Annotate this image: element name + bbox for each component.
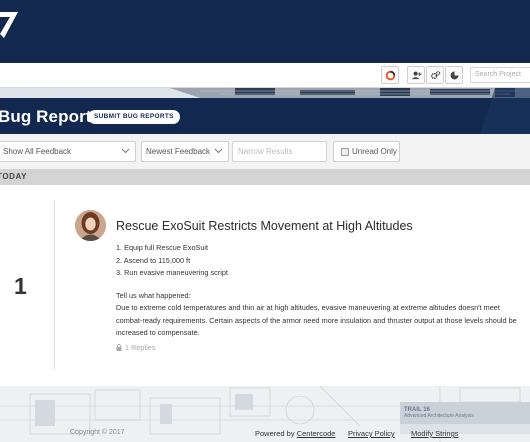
footer: TRAIL 16 Advanced Architecture Analysis … — [0, 386, 530, 442]
modify-strings-link[interactable]: Modify Strings — [411, 429, 459, 438]
post-description: Due to extreme cold temperatures and thi… — [116, 303, 517, 338]
user-portrait-icon — [75, 210, 106, 241]
centercode-link[interactable]: Centercode — [297, 429, 336, 438]
post-steps: 1. Equip full Rescue ExoSuit 2. Ascend t… — [116, 242, 228, 280]
activity-ring-icon — [385, 70, 395, 80]
feedback-filter-value: Show All Feedback — [3, 147, 72, 156]
powered-by: Powered by Centercode — [255, 429, 335, 438]
activity-button[interactable] — [381, 66, 399, 84]
submit-bug-report-button[interactable]: SUBMIT BUG REPORTS — [88, 110, 180, 124]
trail-label: TRAIL 16 Advanced Architecture Analysis — [404, 407, 474, 419]
gears-icon — [430, 70, 440, 79]
post-title-link[interactable]: Rescue ExoSuit Restricts Movement at Hig… — [116, 219, 413, 233]
replies-count: 1 Replies — [125, 343, 156, 352]
add-user-icon — [411, 71, 422, 79]
step-item: 1. Equip full Rescue ExoSuit — [116, 243, 209, 252]
unread-only-toggle[interactable]: Unread Only — [333, 141, 400, 162]
toolbar: Search Project — [0, 63, 530, 88]
trail-subtitle: Advanced Architecture Analysis — [404, 413, 474, 419]
sort-value: Newest Feedback — [146, 147, 211, 156]
search-project-input[interactable]: Search Project — [470, 67, 530, 83]
copyright-text: Copyright © 2017 — [70, 429, 125, 436]
feedback-filter-select[interactable]: Show All Feedback — [0, 141, 136, 162]
timeline-divider — [54, 200, 55, 370]
post-prompt: Tell us what happened: — [116, 291, 191, 300]
privacy-policy-link[interactable]: Privacy Policy — [348, 429, 395, 438]
settings-button[interactable] — [426, 66, 444, 84]
chevron-down-icon — [214, 148, 223, 154]
checkbox-icon — [341, 148, 349, 156]
unread-only-label: Unread Only — [352, 147, 397, 156]
chevron-down-icon — [121, 148, 130, 154]
step-item: 2. Ascend to 115,000 ft — [116, 255, 191, 265]
post-body: Tell us what happened: Due to extreme co… — [116, 290, 521, 340]
narrow-results-input[interactable]: Narrow Results — [232, 141, 327, 162]
top-banner — [0, 0, 530, 63]
page-title: Bug Reports — [0, 107, 102, 126]
date-group-label: TODAY — [0, 172, 28, 181]
pie-icon — [450, 71, 458, 79]
avatar[interactable] — [75, 210, 106, 241]
logo-icon — [0, 12, 18, 38]
replies-link[interactable]: 1 Replies — [116, 343, 155, 352]
add-user-button[interactable] — [407, 66, 425, 84]
day-number: 1 — [14, 273, 27, 299]
powered-by-label: Powered by — [255, 429, 295, 438]
step-item: 3. Run evasive maneuvering script — [116, 268, 228, 277]
sort-select[interactable]: Newest Feedback — [141, 141, 229, 162]
date-group-header: TODAY — [0, 169, 530, 185]
help-button[interactable] — [445, 66, 463, 84]
lock-icon — [116, 344, 122, 351]
